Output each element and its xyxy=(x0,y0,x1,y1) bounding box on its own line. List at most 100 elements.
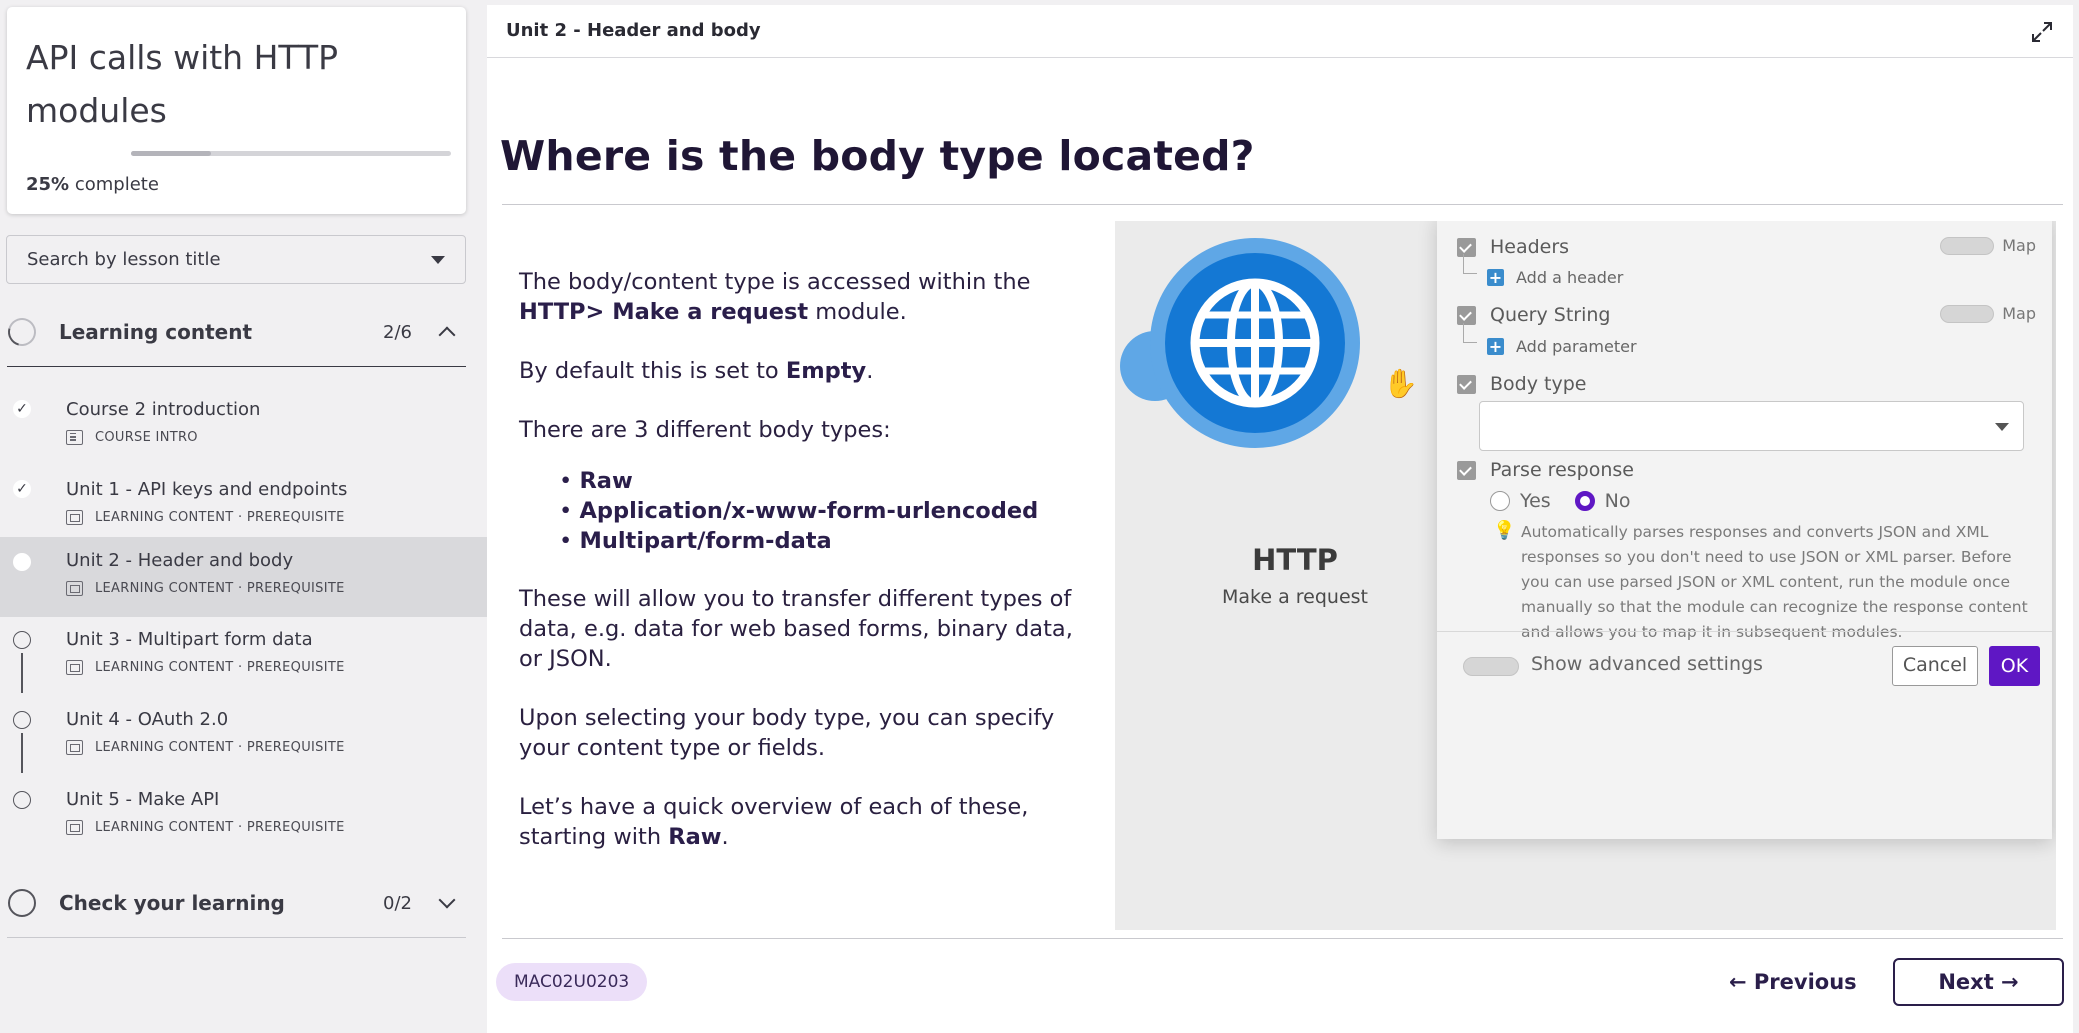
parse-response-label: Parse response xyxy=(1490,459,1634,481)
section-progress-ring-icon xyxy=(8,889,36,917)
previous-button[interactable]: ← Previous xyxy=(1713,958,1873,1006)
lesson-status-circle-icon xyxy=(13,711,31,729)
lesson-title: Unit 5 - Make API xyxy=(66,789,220,810)
parse-response-row: Parse response xyxy=(1457,459,1634,481)
lesson-meta-text: COURSE INTRO xyxy=(95,430,198,445)
slides-icon xyxy=(66,660,83,675)
map-label: Map xyxy=(2002,304,2036,323)
paragraph-5: Upon selecting your body type, you can s… xyxy=(519,705,1055,761)
section-divider xyxy=(7,937,466,938)
slides-icon xyxy=(66,510,83,525)
chevron-down-icon xyxy=(431,255,445,264)
dialog-footer: Show advanced settings Cancel OK xyxy=(1437,631,2052,692)
checkbox-icon xyxy=(1457,305,1476,325)
list-item: Application/x-www-form-urlencoded xyxy=(559,496,1099,526)
lesson-body-text: The body/content type is accessed within… xyxy=(519,267,1099,881)
plus-icon: + xyxy=(1487,337,1504,356)
check-icon: ✓ xyxy=(13,480,31,498)
add-header-row: + Add a header xyxy=(1463,254,1624,287)
lesson-status-circle-icon xyxy=(13,631,31,649)
tree-elbow xyxy=(1463,254,1477,274)
section-label: Check your learning xyxy=(59,891,285,915)
query-map-toggle: Map xyxy=(1940,304,2036,323)
lesson-title: Unit 3 - Multipart form data xyxy=(66,629,313,650)
add-parameter-label: Add parameter xyxy=(1516,337,1637,356)
section-learning-content[interactable]: Learning content 2/6 xyxy=(0,302,466,362)
lesson-title: Unit 4 - OAuth 2.0 xyxy=(66,709,229,730)
module-action: Make a request xyxy=(1222,586,1368,608)
course-progress-card: API calls with HTTP modules 25% complete xyxy=(7,7,466,214)
http-module-screenshot: ✋ HTTP Make a request Headers Map + Add … xyxy=(1115,221,2056,930)
slides-icon xyxy=(66,581,83,596)
lesson-item-unit-2[interactable]: Unit 2 - Header and body LEARNING CONTEN… xyxy=(0,537,487,617)
text-run: . xyxy=(866,358,874,384)
section-label: Learning content xyxy=(59,320,253,344)
checkbox-icon xyxy=(1457,460,1476,480)
section-count: 0/2 xyxy=(383,892,412,914)
lesson-item-unit-4[interactable]: Unit 4 - OAuth 2.0 LEARNING CONTENT · PR… xyxy=(0,706,487,786)
section-divider xyxy=(7,366,466,367)
body-type-label: Body type xyxy=(1490,373,1587,395)
body-type-list: Raw Application/x-www-form-urlencoded Mu… xyxy=(559,466,1099,556)
lesson-search-select[interactable]: Search by lesson title xyxy=(6,235,466,284)
next-button[interactable]: Next → xyxy=(1893,958,2064,1006)
lesson-topbar: Unit 2 - Header and body xyxy=(487,5,2073,58)
lesson-meta-text: LEARNING CONTENT · PREREQUISITE xyxy=(95,660,345,675)
module-name: HTTP xyxy=(1252,543,1338,577)
chevron-down-icon xyxy=(1995,423,2009,431)
chevron-up-icon xyxy=(438,326,456,344)
lesson-title: Unit 1 - API keys and endpoints xyxy=(66,479,348,500)
lesson-meta-text: LEARNING CONTENT · PREREQUISITE xyxy=(95,581,345,596)
lesson-item-course-intro[interactable]: ✓ Course 2 introduction COURSE INTRO xyxy=(0,386,487,466)
text-strong: Empty xyxy=(785,358,867,384)
parse-response-options: Yes No xyxy=(1490,490,1631,512)
list-item: Multipart/form-data xyxy=(559,526,1099,556)
advanced-settings-label: Show advanced settings xyxy=(1531,653,1763,675)
list-item: Raw xyxy=(559,466,1099,496)
paragraph-6: Let’s have a quick overview of each of t… xyxy=(519,792,1099,852)
lesson-item-unit-1[interactable]: ✓ Unit 1 - API keys and endpoints LEARNI… xyxy=(0,466,487,546)
lesson-code-badge: MAC02U0203 xyxy=(496,963,648,1001)
lesson-meta: LEARNING CONTENT · PREREQUISITE xyxy=(66,740,345,755)
section-progress-ring-icon xyxy=(2,312,42,352)
dialog-ok-button: OK xyxy=(1989,646,2040,686)
check-icon: ✓ xyxy=(13,400,31,418)
lesson-content: Unit 2 - Header and body Where is the bo… xyxy=(487,5,2073,1033)
lesson-search-placeholder: Search by lesson title xyxy=(27,249,221,270)
chevron-down-icon xyxy=(438,891,456,909)
text-run: . xyxy=(721,824,729,850)
slides-icon xyxy=(66,820,83,835)
dialog-cancel-button: Cancel xyxy=(1892,646,1978,686)
module-settings-dialog: Headers Map + Add a header Query String … xyxy=(1437,221,2052,839)
headers-label: Headers xyxy=(1490,236,1570,258)
tree-elbow xyxy=(1463,323,1477,343)
radio-yes xyxy=(1490,491,1510,511)
course-title: API calls with HTTP modules xyxy=(26,38,339,130)
radio-no-selected xyxy=(1574,491,1595,511)
text-strong: Raw xyxy=(668,824,722,850)
expand-icon[interactable] xyxy=(2031,21,2053,43)
radio-yes-label: Yes xyxy=(1520,490,1551,512)
text-run: The body/content type is accessed within… xyxy=(519,269,1031,295)
lesson-meta-text: LEARNING CONTENT · PREREQUISITE xyxy=(95,740,345,755)
progress-suffix: complete xyxy=(74,174,159,195)
section-check-your-learning[interactable]: Check your learning 0/2 xyxy=(0,873,466,933)
map-label: Map xyxy=(2002,236,2036,255)
lesson-item-unit-5[interactable]: Unit 5 - Make API LEARNING CONTENT · PRE… xyxy=(0,786,487,866)
course-sidebar: API calls with HTTP modules 25% complete… xyxy=(0,0,487,1033)
add-header-label: Add a header xyxy=(1516,268,1624,287)
document-icon xyxy=(66,430,83,445)
text-run: module. xyxy=(808,299,907,325)
title-divider xyxy=(502,204,2063,205)
lesson-status-circle-icon xyxy=(13,791,31,809)
lesson-title: Unit 2 - Header and body xyxy=(66,550,294,571)
lesson-meta: LEARNING CONTENT · PREREQUISITE xyxy=(66,820,345,835)
hand-cursor-icon: ✋ xyxy=(1383,367,1418,400)
section-count: 2/6 xyxy=(383,321,412,343)
footer-divider xyxy=(502,938,2063,939)
progress-text: 25% complete xyxy=(26,174,159,195)
toggle-switch xyxy=(1940,236,1995,255)
checkbox-icon xyxy=(1457,374,1476,394)
paragraph-1: The body/content type is accessed within… xyxy=(519,267,1099,327)
lesson-item-unit-3[interactable]: Unit 3 - Multipart form data LEARNING CO… xyxy=(0,626,487,706)
